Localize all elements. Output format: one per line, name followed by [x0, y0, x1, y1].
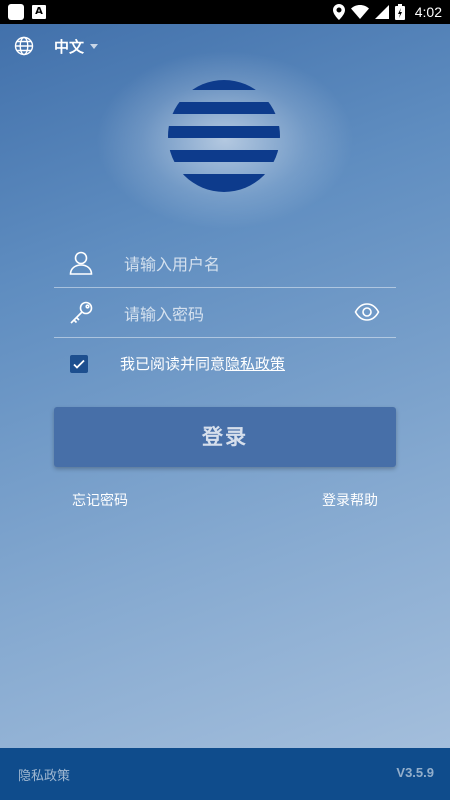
notification-a-icon: A: [32, 5, 46, 19]
status-bar: A 4:02: [0, 0, 450, 24]
agree-text: 我已阅读并同意: [120, 355, 226, 373]
footer: 隐私政策 V3.5.9: [0, 748, 450, 800]
location-icon: [332, 4, 345, 20]
key-icon: [70, 301, 93, 324]
user-icon: [69, 251, 93, 275]
notification-app-icon: [8, 4, 24, 20]
username-field[interactable]: 请输入用户名: [54, 238, 396, 288]
forgot-password-link[interactable]: 忘记密码: [72, 490, 128, 510]
checkmark-icon: [73, 359, 85, 369]
password-placeholder: 请输入密码: [124, 305, 205, 324]
privacy-policy-link[interactable]: 隐私政策: [225, 353, 285, 374]
privacy-agreement: 我已阅读并同意 隐私政策: [70, 353, 285, 374]
language-selector[interactable]: 中文: [14, 34, 99, 58]
login-button[interactable]: 登录: [54, 407, 396, 467]
agree-checkbox[interactable]: [70, 354, 88, 373]
chevron-down-icon: [90, 43, 99, 49]
globe-icon: [14, 36, 34, 56]
eye-icon[interactable]: [354, 301, 380, 323]
password-field[interactable]: 请输入密码: [54, 288, 396, 338]
version-label: V3.5.9: [396, 765, 434, 780]
signal-icon: [374, 5, 389, 19]
language-label: 中文: [54, 37, 85, 56]
clock: 4:02: [414, 4, 442, 20]
battery-icon: [394, 4, 405, 20]
footer-privacy-link[interactable]: 隐私政策: [18, 765, 70, 784]
status-icons: 4:02: [332, 0, 442, 24]
login-help-link[interactable]: 登录帮助: [322, 490, 378, 510]
wifi-icon: [350, 5, 369, 19]
username-placeholder: 请输入用户名: [124, 255, 221, 274]
striped-globe-logo: [168, 80, 280, 192]
